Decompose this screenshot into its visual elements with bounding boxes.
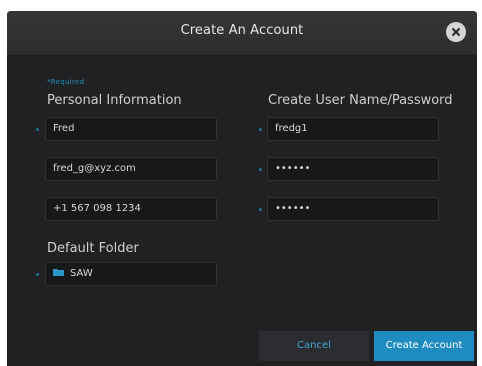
email-field[interactable]: fred_g@xyz.com — [45, 157, 217, 181]
create-account-button[interactable]: Create Account — [374, 331, 474, 361]
phone-field[interactable]: +1 567 098 1234 — [45, 197, 217, 221]
required-indicator — [36, 128, 39, 131]
dialog-body: *Required Personal Information Create Us… — [7, 56, 477, 366]
default-folder-select[interactable]: SAW — [45, 262, 217, 286]
first-name-field[interactable]: Fred — [45, 117, 217, 141]
dialog-titlebar: Create An Account — [7, 11, 477, 56]
required-indicator — [259, 128, 262, 131]
cancel-button[interactable]: Cancel — [259, 331, 369, 361]
folder-icon — [53, 269, 64, 276]
password-field[interactable]: •••••• — [267, 157, 439, 181]
personal-info-heading: Personal Information — [47, 93, 182, 108]
required-note: *Required — [47, 78, 85, 86]
dialog-title: Create An Account — [180, 23, 304, 38]
required-indicator — [259, 168, 262, 171]
required-indicator — [36, 273, 39, 276]
confirm-password-field[interactable]: •••••• — [267, 197, 439, 221]
credentials-heading: Create User Name/Password — [268, 93, 453, 108]
close-button[interactable] — [446, 22, 466, 42]
default-folder-heading: Default Folder — [47, 241, 139, 256]
close-icon — [452, 28, 460, 36]
required-indicator — [259, 208, 262, 211]
create-account-dialog: Create An Account *Required Personal Inf… — [7, 11, 477, 366]
default-folder-value: SAW — [70, 268, 93, 279]
username-field[interactable]: fredg1 — [267, 117, 439, 141]
